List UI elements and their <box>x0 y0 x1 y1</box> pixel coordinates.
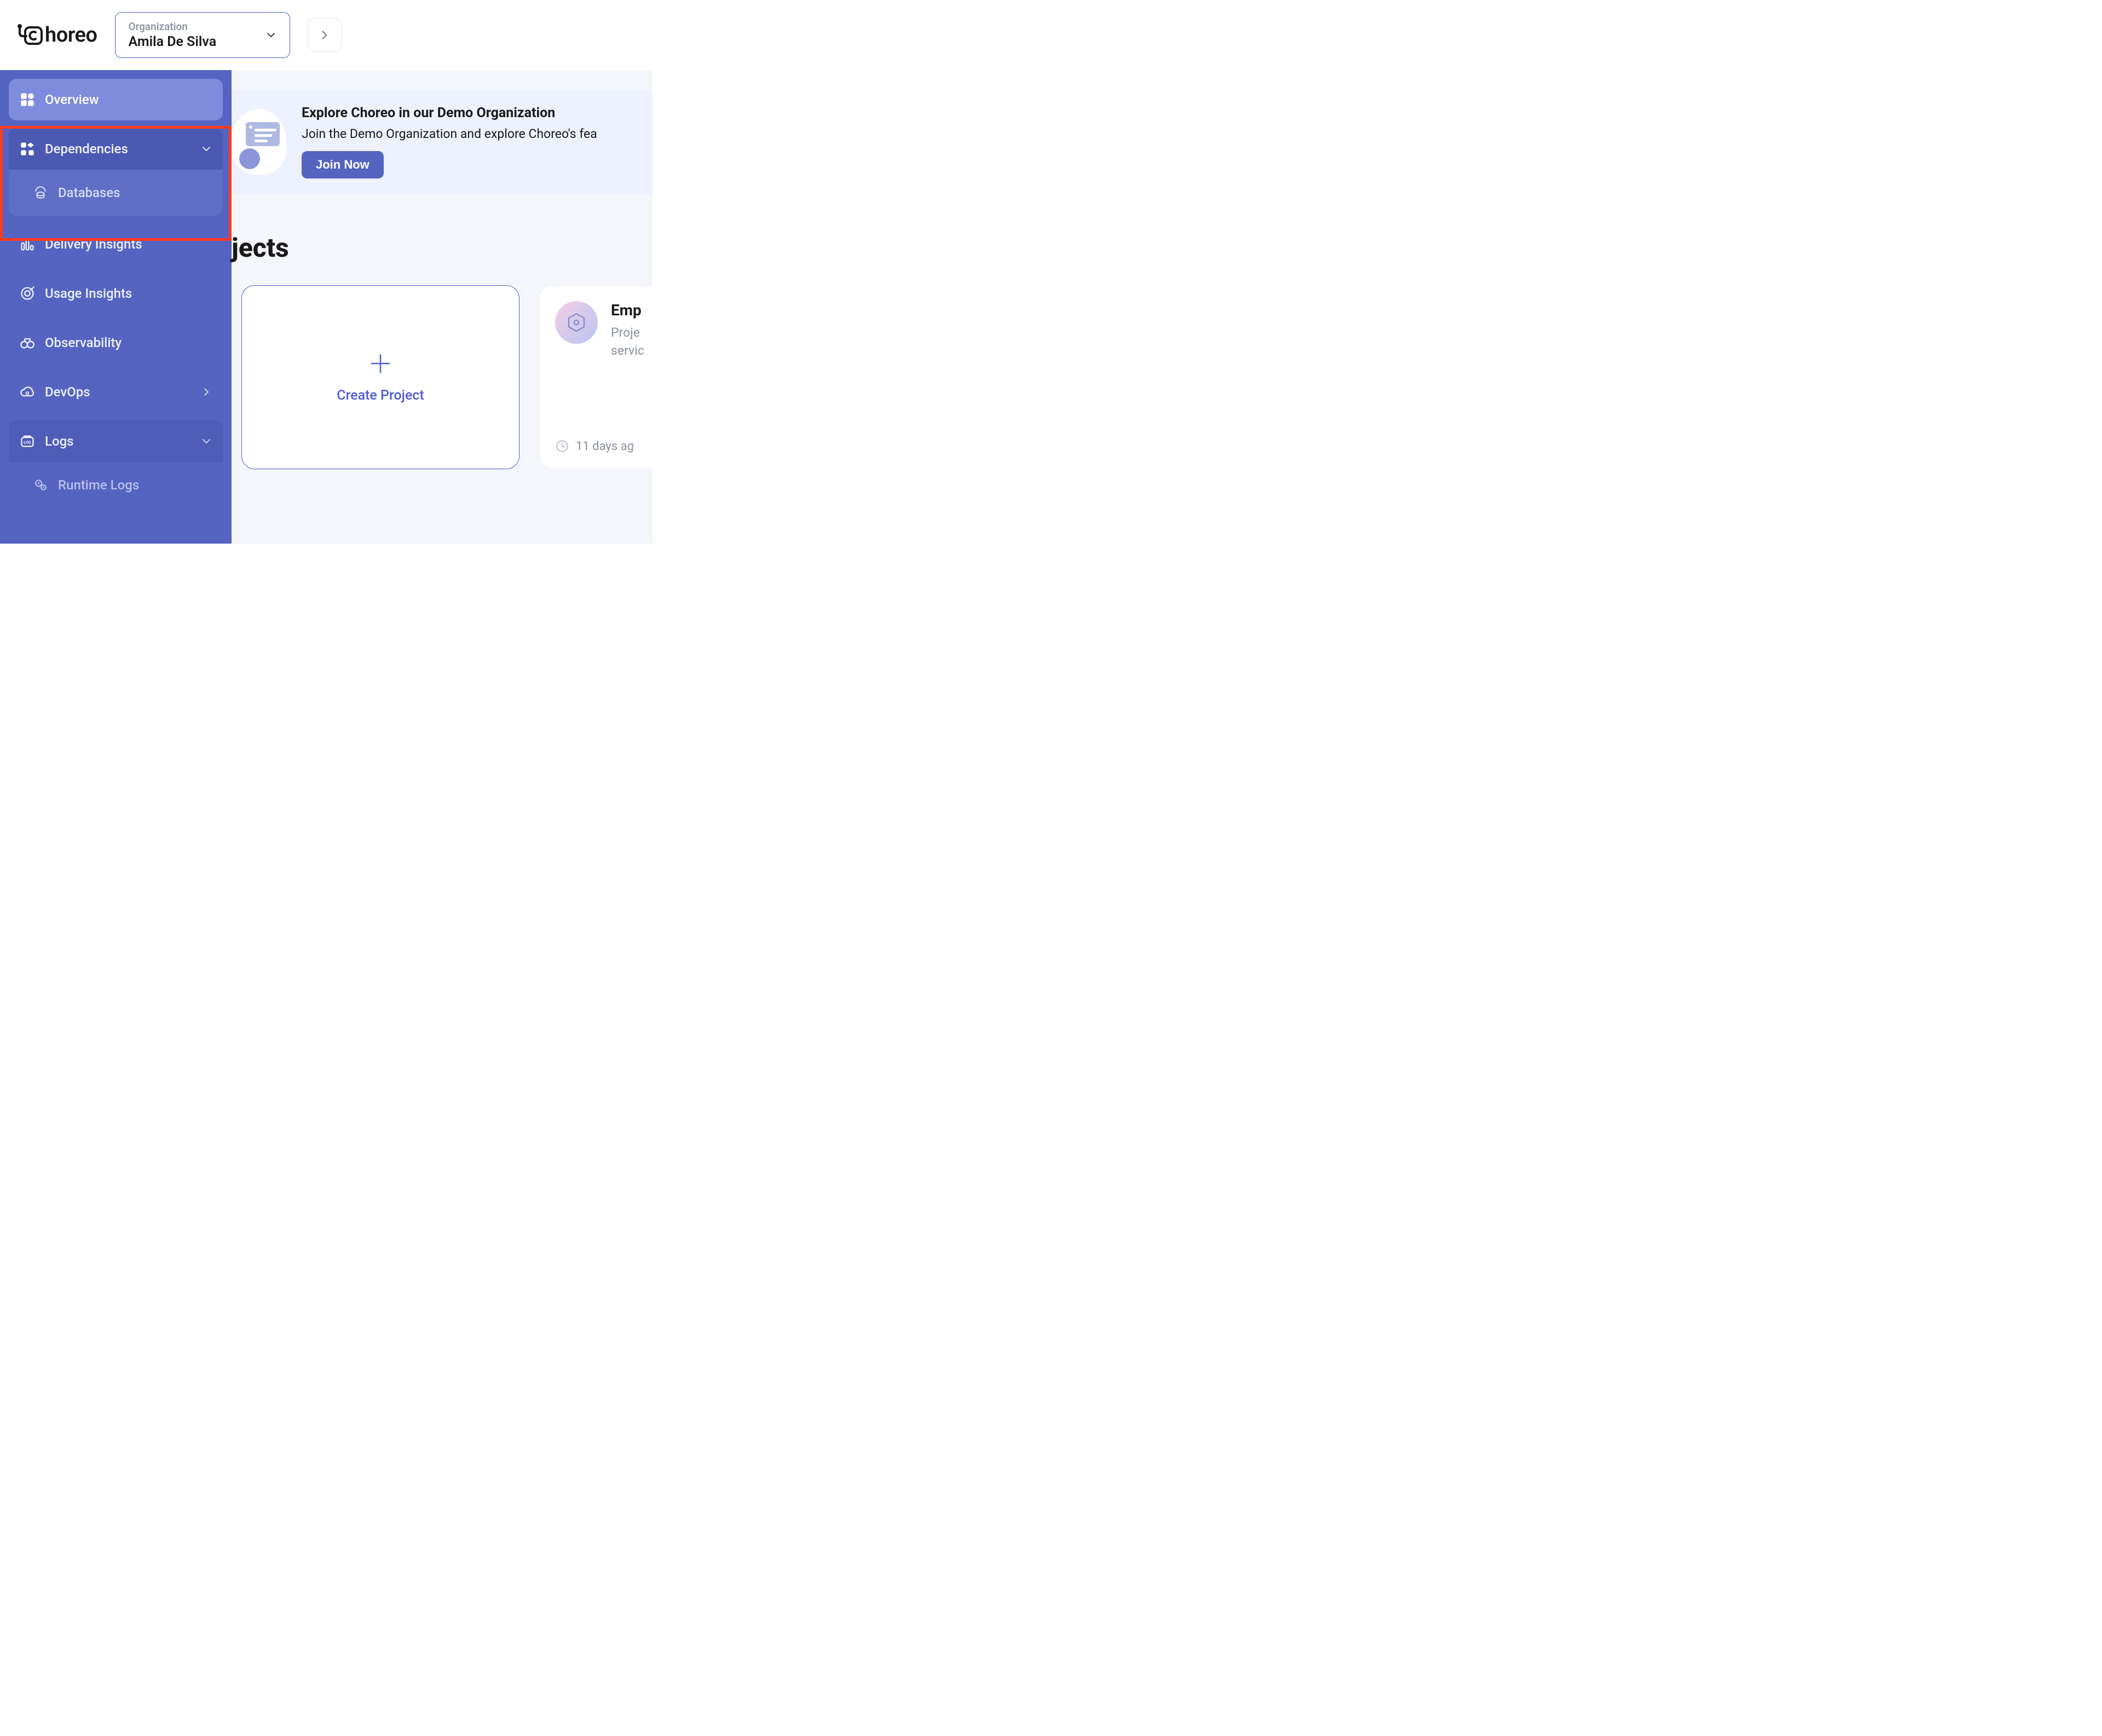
sidebar-item-databases[interactable]: Databases <box>9 170 223 216</box>
sidebar: Overview Dependencies Databases <box>0 70 232 544</box>
projects-section-title: jects <box>232 232 652 263</box>
svg-text:LOG: LOG <box>24 441 31 445</box>
sidebar-item-usage-insights[interactable]: Usage Insights <box>9 273 223 314</box>
project-cards: Create Project Emp Proje servic <box>232 285 652 469</box>
binoculars-icon <box>20 335 35 350</box>
org-label: Organization <box>129 20 217 33</box>
demo-org-banner: Explore Choreo in our Demo Organization … <box>232 90 652 194</box>
banner-illustration-icon <box>232 109 286 175</box>
project-name: Emp <box>611 301 644 319</box>
clock-icon <box>555 439 569 453</box>
create-project-card[interactable]: Create Project <box>241 285 519 469</box>
project-description: Proje servic <box>611 324 644 360</box>
sidebar-item-overview[interactable]: Overview <box>9 79 223 120</box>
banner-subtitle: Join the Demo Organization and explore C… <box>302 126 597 141</box>
organization-picker[interactable]: Organization Amila De Silva <box>115 12 290 58</box>
sidebar-item-label: Runtime Logs <box>58 477 139 493</box>
sidebar-item-label: Databases <box>58 185 120 200</box>
plus-icon <box>368 351 392 376</box>
sidebar-item-logs[interactable]: LOG Logs <box>9 420 223 462</box>
overview-icon <box>20 92 35 107</box>
sidebar-submenu-logs: Runtime Logs <box>9 462 223 508</box>
project-age: 11 days ag <box>576 440 634 453</box>
create-project-label: Create Project <box>337 388 424 403</box>
log-icon: LOG <box>20 434 35 449</box>
target-icon <box>20 286 35 301</box>
sidebar-item-label: Delivery Insights <box>45 237 142 252</box>
sidebar-item-label: Usage Insights <box>45 286 132 301</box>
database-icon <box>33 185 48 200</box>
org-value: Amila De Silva <box>129 34 217 50</box>
sidebar-item-runtime-logs[interactable]: Runtime Logs <box>9 462 223 508</box>
gear-icon <box>33 477 48 493</box>
sidebar-submenu-dependencies: Databases <box>9 170 223 216</box>
dependencies-icon <box>20 141 35 157</box>
project-card[interactable]: Emp Proje servic 11 days ag <box>539 285 652 469</box>
project-avatar-icon <box>555 301 598 344</box>
chevron-down-icon <box>201 143 212 154</box>
sidebar-item-observability[interactable]: Observability <box>9 322 223 364</box>
sidebar-item-label: DevOps <box>45 384 90 400</box>
sidebar-item-delivery-insights[interactable]: Delivery Insights <box>9 223 223 265</box>
logo-mark-icon <box>16 22 43 48</box>
chevron-right-icon <box>319 29 331 41</box>
header: horeo Organization Amila De Silva <box>0 0 652 70</box>
logo: horeo <box>16 22 97 48</box>
cloud-icon <box>20 384 35 400</box>
join-now-button[interactable]: Join Now <box>302 151 384 178</box>
sidebar-item-label: Dependencies <box>45 141 128 157</box>
sidebar-item-label: Overview <box>45 92 99 107</box>
sidebar-item-label: Logs <box>45 434 74 449</box>
chevron-down-icon <box>201 436 212 447</box>
breadcrumb-next-button[interactable] <box>308 18 342 52</box>
chevron-right-icon <box>201 387 212 397</box>
sidebar-item-devops[interactable]: DevOps <box>9 371 223 413</box>
logo-text: horeo <box>45 23 97 47</box>
bar-chart-icon <box>20 237 35 252</box>
sidebar-item-label: Observability <box>45 335 122 350</box>
banner-title: Explore Choreo in our Demo Organization <box>302 105 597 121</box>
chevron-down-icon <box>265 30 276 41</box>
sidebar-item-dependencies[interactable]: Dependencies <box>9 128 223 170</box>
main-content: Explore Choreo in our Demo Organization … <box>232 70 652 544</box>
